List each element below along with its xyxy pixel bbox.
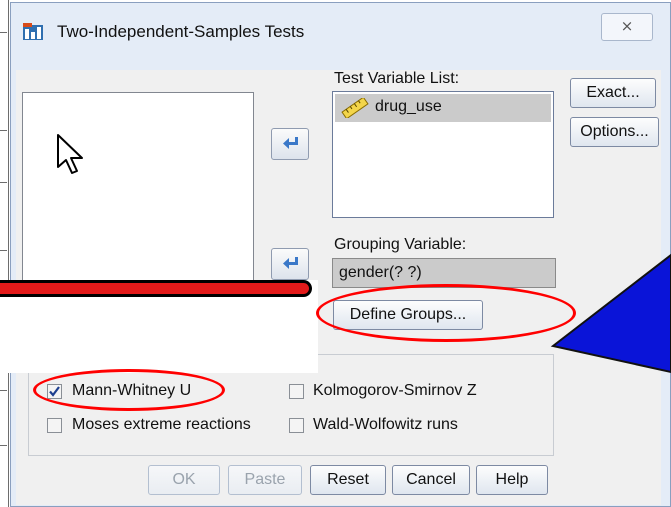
annotation-blue-callout-arrow bbox=[550, 253, 671, 374]
